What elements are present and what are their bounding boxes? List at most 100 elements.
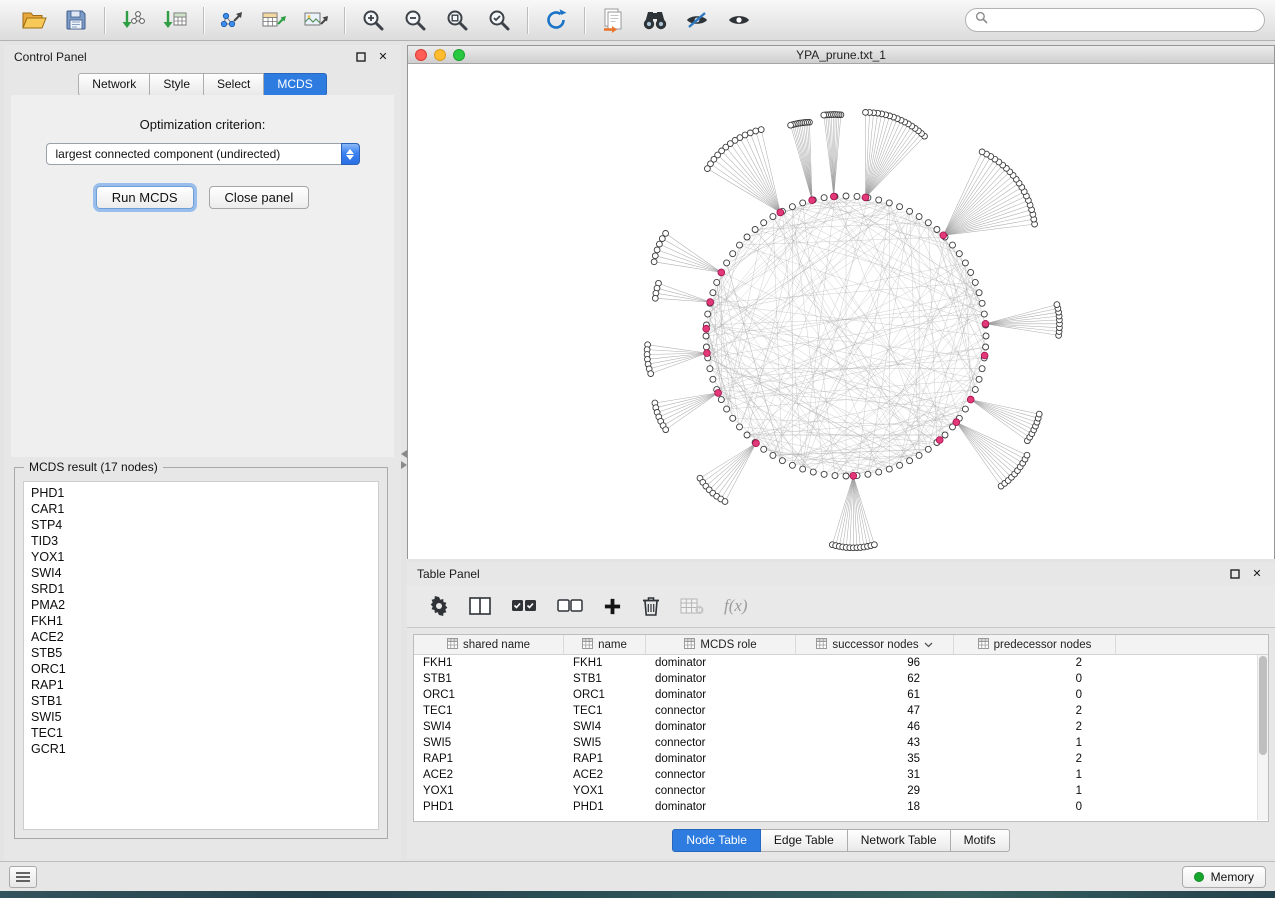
- float-panel-icon[interactable]: [353, 49, 369, 65]
- column-header[interactable]: shared name: [414, 635, 564, 654]
- mcds-result-item[interactable]: STB1: [24, 693, 378, 709]
- column-header[interactable]: predecessor nodes: [954, 635, 1116, 654]
- close-panel-icon[interactable]: ✕: [375, 49, 391, 65]
- table-cell-successor_nodes: 47: [796, 705, 954, 717]
- table-scrollbar[interactable]: [1257, 655, 1268, 820]
- mcds-result-item[interactable]: TID3: [24, 533, 378, 549]
- close-panel-button[interactable]: Close panel: [209, 186, 310, 209]
- mcds-result-item[interactable]: FKH1: [24, 613, 378, 629]
- table-row[interactable]: PHD1PHD1dominator180: [414, 799, 1268, 815]
- global-search[interactable]: [965, 8, 1265, 32]
- select-all-icon[interactable]: [511, 597, 537, 615]
- delete-row-trash-icon[interactable]: [642, 596, 660, 617]
- main-toolbar: [0, 0, 1275, 41]
- table-row[interactable]: ACE2ACE2connector311: [414, 767, 1268, 783]
- zoom-selected-icon[interactable]: [484, 5, 514, 35]
- save-session-icon[interactable]: [61, 5, 91, 35]
- float-table-panel-icon[interactable]: [1227, 566, 1243, 582]
- search-network-binoculars-icon[interactable]: [640, 5, 670, 35]
- import-table-icon[interactable]: [160, 5, 190, 35]
- close-table-panel-icon[interactable]: ✕: [1249, 566, 1265, 582]
- table-row[interactable]: SWI4SWI4dominator462: [414, 719, 1268, 735]
- hide-graphics-details-icon[interactable]: [682, 5, 712, 35]
- deselect-all-icon[interactable]: [557, 597, 583, 615]
- network-window-titlebar[interactable]: YPA_prune.txt_1: [408, 46, 1274, 64]
- network-graph[interactable]: [408, 64, 1274, 559]
- zoom-in-icon[interactable]: [358, 5, 388, 35]
- mcds-result-item[interactable]: YOX1: [24, 549, 378, 565]
- search-input[interactable]: [994, 12, 1255, 28]
- mcds-result-item[interactable]: PMA2: [24, 597, 378, 613]
- table-row[interactable]: SWI5SWI5connector431: [414, 735, 1268, 751]
- table-cell-successor_nodes: 62: [796, 673, 954, 685]
- table-cell-shared_name: RAP1: [414, 753, 564, 765]
- table-panel-tabs: Node Table Edge Table Network Table Moti…: [407, 829, 1275, 852]
- refresh-view-icon[interactable]: [541, 5, 571, 35]
- share-document-icon[interactable]: [598, 5, 628, 35]
- table-row[interactable]: FKH1FKH1dominator962: [414, 655, 1268, 671]
- tab-node-table[interactable]: Node Table: [672, 829, 761, 852]
- table-cell-predecessor_nodes: 1: [954, 737, 1116, 749]
- status-menu-icon[interactable]: [9, 866, 37, 888]
- table-row[interactable]: YOX1YOX1connector291: [414, 783, 1268, 799]
- table-row[interactable]: TEC1TEC1connector472: [414, 703, 1268, 719]
- mcds-tab-content: Optimization criterion: largest connecte…: [11, 95, 394, 457]
- memory-label: Memory: [1211, 870, 1254, 884]
- add-row-plus-icon[interactable]: [603, 597, 622, 616]
- table-cell-successor_nodes: 43: [796, 737, 954, 749]
- tab-style[interactable]: Style: [150, 73, 204, 96]
- mcds-result-item[interactable]: SWI5: [24, 709, 378, 725]
- open-session-icon[interactable]: [19, 5, 49, 35]
- table-cell-mcds_role: dominator: [646, 801, 796, 813]
- tab-network[interactable]: Network: [78, 73, 150, 96]
- dropdown-stepper-icon[interactable]: [341, 143, 360, 165]
- table-cell-predecessor_nodes: 2: [954, 657, 1116, 669]
- export-image-icon[interactable]: [301, 5, 331, 35]
- tab-edge-table[interactable]: Edge Table: [761, 829, 848, 852]
- mcds-result-item[interactable]: RAP1: [24, 677, 378, 693]
- mcds-result-item[interactable]: SRD1: [24, 581, 378, 597]
- tab-motifs[interactable]: Motifs: [951, 829, 1010, 852]
- mcds-result-group: MCDS result (17 nodes) PHD1CAR1STP4TID3Y…: [14, 467, 388, 839]
- column-header[interactable]: MCDS role: [646, 635, 796, 654]
- mcds-result-item[interactable]: STB5: [24, 645, 378, 661]
- toolbar-separator: [104, 7, 105, 34]
- show-columns-icon[interactable]: [469, 597, 491, 615]
- column-header[interactable]: name: [564, 635, 646, 654]
- zoom-fit-icon[interactable]: [442, 5, 472, 35]
- table-panel: Table Panel ✕: [407, 562, 1275, 859]
- mcds-result-item[interactable]: SWI4: [24, 565, 378, 581]
- table-settings-gear-icon[interactable]: [429, 596, 449, 616]
- table-cell-shared_name: FKH1: [414, 657, 564, 669]
- mcds-result-list[interactable]: PHD1CAR1STP4TID3YOX1SWI4SRD1PMA2FKH1ACE2…: [23, 481, 379, 830]
- export-table-icon[interactable]: [259, 5, 289, 35]
- mcds-result-item[interactable]: STP4: [24, 517, 378, 533]
- show-graphics-details-eye-icon[interactable]: [724, 5, 754, 35]
- run-mcds-button[interactable]: Run MCDS: [96, 186, 194, 209]
- mcds-result-item[interactable]: ACE2: [24, 629, 378, 645]
- search-icon: [975, 11, 988, 29]
- column-header[interactable]: successor nodes: [796, 635, 954, 654]
- mcds-result-item[interactable]: ORC1: [24, 661, 378, 677]
- zoom-out-icon[interactable]: [400, 5, 430, 35]
- tab-select[interactable]: Select: [204, 73, 264, 96]
- table-row[interactable]: STB1STB1dominator620: [414, 671, 1268, 687]
- mcds-result-item[interactable]: PHD1: [24, 485, 378, 501]
- table-cell-predecessor_nodes: 1: [954, 785, 1116, 797]
- criterion-dropdown[interactable]: largest connected component (undirected): [46, 143, 360, 165]
- table-scrollbar-thumb[interactable]: [1259, 656, 1267, 755]
- table-cell-successor_nodes: 18: [796, 801, 954, 813]
- column-dropdown-icon[interactable]: [924, 639, 933, 651]
- mcds-result-item[interactable]: TEC1: [24, 725, 378, 741]
- import-network-icon[interactable]: [118, 5, 148, 35]
- table-cell-shared_name: ACE2: [414, 769, 564, 781]
- table-row[interactable]: RAP1RAP1dominator352: [414, 751, 1268, 767]
- tab-network-table[interactable]: Network Table: [848, 829, 951, 852]
- memory-button[interactable]: Memory: [1182, 866, 1266, 888]
- tab-mcds[interactable]: MCDS: [264, 73, 326, 96]
- mcds-result-item[interactable]: GCR1: [24, 741, 378, 757]
- network-canvas[interactable]: [408, 64, 1274, 559]
- table-row[interactable]: ORC1ORC1dominator610: [414, 687, 1268, 703]
- export-network-icon[interactable]: [217, 5, 247, 35]
- mcds-result-item[interactable]: CAR1: [24, 501, 378, 517]
